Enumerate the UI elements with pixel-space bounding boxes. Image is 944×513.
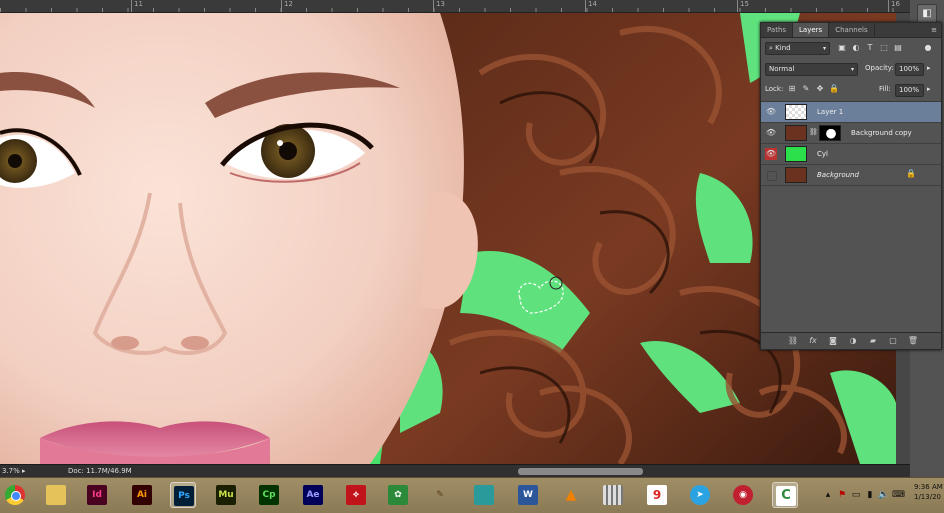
lock-image-icon[interactable]: ✎ xyxy=(801,84,811,94)
filter-smart-icon[interactable]: ▤ xyxy=(893,43,903,53)
ruler-tick: 12 xyxy=(281,0,293,12)
horizontal-ruler[interactable]: 11 12 13 14 15 16 xyxy=(0,0,944,13)
chrome-icon[interactable] xyxy=(2,482,28,508)
lock-transparent-icon[interactable]: ⊞ xyxy=(787,84,797,94)
link-layers-icon[interactable]: ⛓ xyxy=(787,335,799,347)
panel-menu-icon[interactable]: ≡ xyxy=(931,23,941,37)
chevron-right-icon[interactable]: ▸ xyxy=(927,64,931,72)
taskbar: Id Ai Ps Mu Cp Ae ⟡ ✿ ✎ W ▲ 9 ➤ ◉ C ▴ ⚑ … xyxy=(0,477,944,513)
ruler-tick: 11 xyxy=(131,0,143,12)
corel-icon[interactable]: ✿ xyxy=(385,482,411,508)
brush-icon[interactable]: ✎ xyxy=(427,482,453,508)
layer-name[interactable]: Cyl xyxy=(817,144,828,164)
ruler-tick: 14 xyxy=(585,0,597,12)
layer-row[interactable]: 👁 Cyl xyxy=(761,144,941,165)
blend-mode-value: Normal xyxy=(769,65,795,73)
tab-paths[interactable]: Paths xyxy=(761,23,794,37)
ruler-tick: 16 xyxy=(888,0,900,12)
chevron-up-icon[interactable]: ▴ xyxy=(822,488,834,502)
adjustment-layer-icon[interactable]: ◑ xyxy=(847,335,859,347)
tab-channels[interactable]: Channels xyxy=(829,23,875,37)
fill-field[interactable]: 100% xyxy=(895,84,924,97)
illustrator-icon[interactable]: Ai xyxy=(129,482,155,508)
filter-pixel-icon[interactable]: ▣ xyxy=(837,43,847,53)
opacity-value: 100% xyxy=(899,65,920,73)
layer-row[interactable]: 👁 Layer 1 xyxy=(761,102,941,123)
captivate-icon[interactable]: Cp xyxy=(256,482,282,508)
filter-kind-select[interactable]: ⌕ Kind ▾ xyxy=(765,42,830,55)
acrobat-icon[interactable]: ⟡ xyxy=(343,482,369,508)
clock[interactable]: 9:36 AM 1/13/20 xyxy=(914,482,943,502)
nine-icon[interactable]: 9 xyxy=(644,482,670,508)
monitor-icon[interactable]: ▭ xyxy=(850,488,862,502)
layer-name[interactable]: Layer 1 xyxy=(817,102,843,122)
add-mask-icon[interactable]: ◙ xyxy=(827,335,839,347)
layers-panel: Paths Layers Channels ≡ ⌕ Kind ▾ ▣ ◐ T ⬚ … xyxy=(760,22,942,350)
camtasia-icon[interactable]: C xyxy=(772,482,798,508)
chevron-down-icon: ▾ xyxy=(850,66,854,73)
layer-mask-thumbnail[interactable] xyxy=(819,125,841,141)
fill-value: 100% xyxy=(899,86,920,94)
indesign-icon[interactable]: Id xyxy=(84,482,110,508)
layers-footer: ⛓ fx ◙ ◑ ▰ ▢ 🗑 xyxy=(761,332,941,349)
filter-kind-value: Kind xyxy=(775,44,791,52)
speaker-icon[interactable]: 🔈 xyxy=(878,488,890,502)
app-icon[interactable] xyxy=(471,482,497,508)
visibility-eye-icon[interactable]: 👁 xyxy=(765,106,777,118)
fill-label: Fill: xyxy=(879,85,891,93)
chevron-down-icon: ▾ xyxy=(822,45,826,52)
layer-thumbnail xyxy=(785,167,807,183)
grid-icon[interactable] xyxy=(600,482,626,508)
layer-name[interactable]: Background copy xyxy=(851,123,912,143)
blend-mode-select[interactable]: Normal ▾ xyxy=(765,63,858,76)
link-icon[interactable]: ⛓ xyxy=(809,128,818,136)
filter-shape-icon[interactable]: ⬚ xyxy=(879,43,889,53)
lock-all-icon[interactable]: 🔒 xyxy=(829,84,839,94)
layer-thumbnail xyxy=(785,146,807,162)
visibility-eye-icon[interactable]: 👁 xyxy=(765,148,777,160)
muse-icon[interactable]: Mu xyxy=(213,482,239,508)
layer-row[interactable]: 👁 ⛓ Background copy xyxy=(761,123,941,144)
new-layer-icon[interactable]: ▢ xyxy=(887,335,899,347)
photoshop-icon[interactable]: Ps xyxy=(170,482,196,508)
clock-time: 9:36 AM xyxy=(914,483,943,491)
eye-app-icon[interactable]: ◉ xyxy=(730,482,756,508)
layer-thumbnail xyxy=(785,125,807,141)
new-group-icon[interactable]: ▰ xyxy=(867,335,879,347)
clock-date: 1/13/20 xyxy=(914,493,941,501)
lock-icon: 🔒 xyxy=(906,169,916,178)
aftereffects-icon[interactable]: Ae xyxy=(300,482,326,508)
filter-adjustment-icon[interactable]: ◐ xyxy=(851,43,861,53)
network-icon[interactable]: ▮ xyxy=(864,488,876,502)
flag-icon[interactable]: ⚑ xyxy=(836,488,848,502)
folder-icon[interactable] xyxy=(43,482,69,508)
ruler-tick: 13 xyxy=(433,0,445,12)
filter-type-icon[interactable]: T xyxy=(865,43,875,53)
ruler-tick: 15 xyxy=(737,0,749,12)
telegram-icon[interactable]: ➤ xyxy=(687,482,713,508)
tab-layers[interactable]: Layers xyxy=(793,23,830,37)
lock-label: Lock: xyxy=(765,85,784,93)
panel-toggle-icon[interactable]: ◧ xyxy=(917,4,937,24)
layer-name[interactable]: Background xyxy=(817,165,859,185)
chevron-right-icon[interactable]: ▸ xyxy=(927,85,931,93)
panel-tabs: Paths Layers Channels ≡ xyxy=(761,23,941,38)
opacity-field[interactable]: 100% xyxy=(895,63,924,76)
vlc-icon[interactable]: ▲ xyxy=(558,482,584,508)
lock-position-icon[interactable]: ✥ xyxy=(815,84,825,94)
horizontal-scroll-thumb[interactable] xyxy=(518,468,643,475)
fx-icon[interactable]: fx xyxy=(807,335,819,347)
status-bar: 3.7% ▸ Doc: 11.7M/46.9M xyxy=(0,464,910,478)
layer-thumbnail xyxy=(785,104,807,120)
layers-list: 👁 Layer 1 👁 ⛓ Background copy 👁 Cyl Back… xyxy=(761,101,941,186)
keyboard-icon[interactable]: ⌨ xyxy=(892,488,905,502)
visibility-eye-icon[interactable]: 👁 xyxy=(765,127,777,139)
word-icon[interactable]: W xyxy=(515,482,541,508)
layer-row[interactable]: Background 🔒 xyxy=(761,165,941,186)
opacity-label: Opacity: xyxy=(865,64,894,72)
filter-toggle-icon[interactable]: ● xyxy=(923,43,933,53)
visibility-toggle[interactable] xyxy=(767,171,777,181)
trash-icon[interactable]: 🗑 xyxy=(907,335,919,347)
